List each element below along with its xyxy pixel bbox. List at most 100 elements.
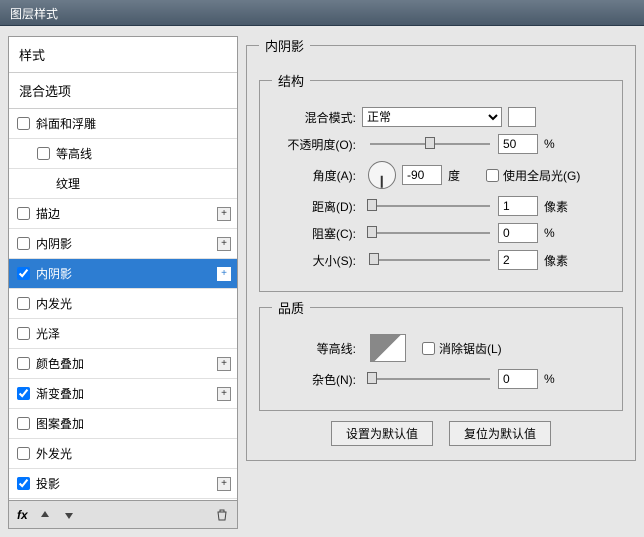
style-item-label: 光泽	[36, 325, 60, 342]
style-color-overlay[interactable]: 颜色叠加 +	[9, 349, 237, 379]
size-label: 大小(S):	[272, 252, 362, 269]
contour-picker[interactable]	[370, 334, 406, 362]
inner-shadow-group: 内阴影 结构 混合模式: 正常 不透明度(O):	[246, 36, 636, 461]
fx-menu-icon[interactable]: fx	[17, 508, 28, 522]
make-default-button[interactable]: 设置为默认值	[331, 421, 433, 446]
style-item-label: 内阴影	[36, 265, 72, 282]
style-stroke-checkbox[interactable]	[17, 207, 30, 220]
style-item-label: 渐变叠加	[36, 385, 84, 402]
style-gradient-overlay[interactable]: 渐变叠加 +	[9, 379, 237, 409]
antialias-label: 消除锯齿(L)	[439, 340, 502, 357]
style-item-label: 投影	[36, 475, 60, 492]
settings-panel: 内阴影 结构 混合模式: 正常 不透明度(O):	[246, 36, 636, 529]
style-contour-checkbox[interactable]	[37, 147, 50, 160]
angle-label: 角度(A):	[272, 167, 362, 184]
style-pattern-overlay-checkbox[interactable]	[17, 417, 30, 430]
styles-header[interactable]: 样式	[9, 37, 237, 73]
add-icon[interactable]: +	[217, 477, 231, 491]
blending-options-item[interactable]: 混合选项	[9, 73, 237, 109]
style-outer-glow-checkbox[interactable]	[17, 447, 30, 460]
opacity-slider[interactable]	[370, 137, 490, 151]
style-inner-shadow-1-checkbox[interactable]	[17, 237, 30, 250]
style-item-label: 斜面和浮雕	[36, 115, 96, 132]
dialog-content: 样式 混合选项 斜面和浮雕 等高线 纹理 描边 +	[0, 26, 644, 537]
distance-label: 距离(D):	[272, 198, 362, 215]
reset-default-button[interactable]: 复位为默认值	[449, 421, 551, 446]
add-icon[interactable]: +	[217, 207, 231, 221]
antialias-option[interactable]: 消除锯齿(L)	[422, 340, 502, 357]
structure-group: 结构 混合模式: 正常 不透明度(O): %	[259, 71, 623, 292]
style-texture[interactable]: 纹理	[9, 169, 237, 199]
global-light-option[interactable]: 使用全局光(G)	[486, 167, 580, 184]
add-icon[interactable]: +	[217, 387, 231, 401]
noise-unit: %	[544, 372, 574, 386]
style-stroke[interactable]: 描边 +	[9, 199, 237, 229]
style-item-label: 纹理	[56, 175, 80, 192]
styles-list: 样式 混合选项 斜面和浮雕 等高线 纹理 描边 +	[8, 36, 238, 501]
add-icon[interactable]: +	[217, 267, 231, 281]
blend-mode-label: 混合模式:	[272, 109, 362, 126]
style-item-label: 内发光	[36, 295, 72, 312]
style-inner-shadow-1[interactable]: 内阴影 +	[9, 229, 237, 259]
style-item-label: 等高线	[56, 145, 92, 162]
style-item-label: 内阴影	[36, 235, 72, 252]
window-title: 图层样式	[10, 7, 58, 21]
angle-dial[interactable]	[368, 161, 396, 189]
style-item-label: 描边	[36, 205, 60, 222]
style-outer-glow[interactable]: 外发光	[9, 439, 237, 469]
size-input[interactable]	[498, 250, 538, 270]
style-contour[interactable]: 等高线	[9, 139, 237, 169]
opacity-label: 不透明度(O):	[272, 136, 362, 153]
shadow-color-swatch[interactable]	[508, 107, 536, 127]
style-satin-checkbox[interactable]	[17, 327, 30, 340]
style-inner-shadow-2-checkbox[interactable]	[17, 267, 30, 280]
style-satin[interactable]: 光泽	[9, 319, 237, 349]
choke-unit: %	[544, 226, 574, 240]
distance-slider[interactable]	[370, 199, 490, 213]
styles-panel: 样式 混合选项 斜面和浮雕 等高线 纹理 描边 +	[8, 36, 238, 529]
choke-slider[interactable]	[370, 226, 490, 240]
distance-input[interactable]	[498, 196, 538, 216]
antialias-checkbox[interactable]	[422, 342, 435, 355]
trash-icon[interactable]	[215, 508, 229, 522]
noise-label: 杂色(N):	[272, 371, 362, 388]
styles-footer: fx	[8, 501, 238, 529]
noise-input[interactable]	[498, 369, 538, 389]
choke-input[interactable]	[498, 223, 538, 243]
style-item-label: 外发光	[36, 445, 72, 462]
angle-unit: 度	[448, 167, 478, 184]
arrow-down-icon[interactable]	[62, 508, 76, 522]
global-light-checkbox[interactable]	[486, 169, 499, 182]
style-bevel-emboss[interactable]: 斜面和浮雕	[9, 109, 237, 139]
opacity-input[interactable]	[498, 134, 538, 154]
style-bevel-emboss-checkbox[interactable]	[17, 117, 30, 130]
style-inner-glow-checkbox[interactable]	[17, 297, 30, 310]
style-color-overlay-checkbox[interactable]	[17, 357, 30, 370]
panel-title: 内阴影	[259, 36, 310, 55]
style-drop-shadow[interactable]: 投影 +	[9, 469, 237, 499]
style-pattern-overlay[interactable]: 图案叠加	[9, 409, 237, 439]
add-icon[interactable]: +	[217, 237, 231, 251]
size-slider[interactable]	[370, 253, 490, 267]
style-drop-shadow-checkbox[interactable]	[17, 477, 30, 490]
layer-style-dialog: 图层样式 样式 混合选项 斜面和浮雕 等高线 纹理	[0, 0, 644, 537]
blend-mode-select[interactable]: 正常	[362, 107, 502, 127]
titlebar: 图层样式	[0, 0, 644, 26]
choke-label: 阻塞(C):	[272, 225, 362, 242]
style-inner-shadow-2[interactable]: 内阴影 +	[9, 259, 237, 289]
angle-input[interactable]	[402, 165, 442, 185]
noise-slider[interactable]	[370, 372, 490, 386]
structure-legend: 结构	[272, 71, 310, 90]
opacity-unit: %	[544, 137, 574, 151]
style-item-label: 颜色叠加	[36, 355, 84, 372]
style-inner-glow[interactable]: 内发光	[9, 289, 237, 319]
style-gradient-overlay-checkbox[interactable]	[17, 387, 30, 400]
global-light-label: 使用全局光(G)	[503, 167, 580, 184]
arrow-up-icon[interactable]	[38, 508, 52, 522]
add-icon[interactable]: +	[217, 357, 231, 371]
style-item-label: 图案叠加	[36, 415, 84, 432]
default-buttons: 设置为默认值 复位为默认值	[259, 421, 623, 446]
contour-label: 等高线:	[272, 340, 362, 357]
size-unit: 像素	[544, 252, 574, 269]
quality-group: 品质 等高线: 消除锯齿(L) 杂色(N):	[259, 298, 623, 411]
